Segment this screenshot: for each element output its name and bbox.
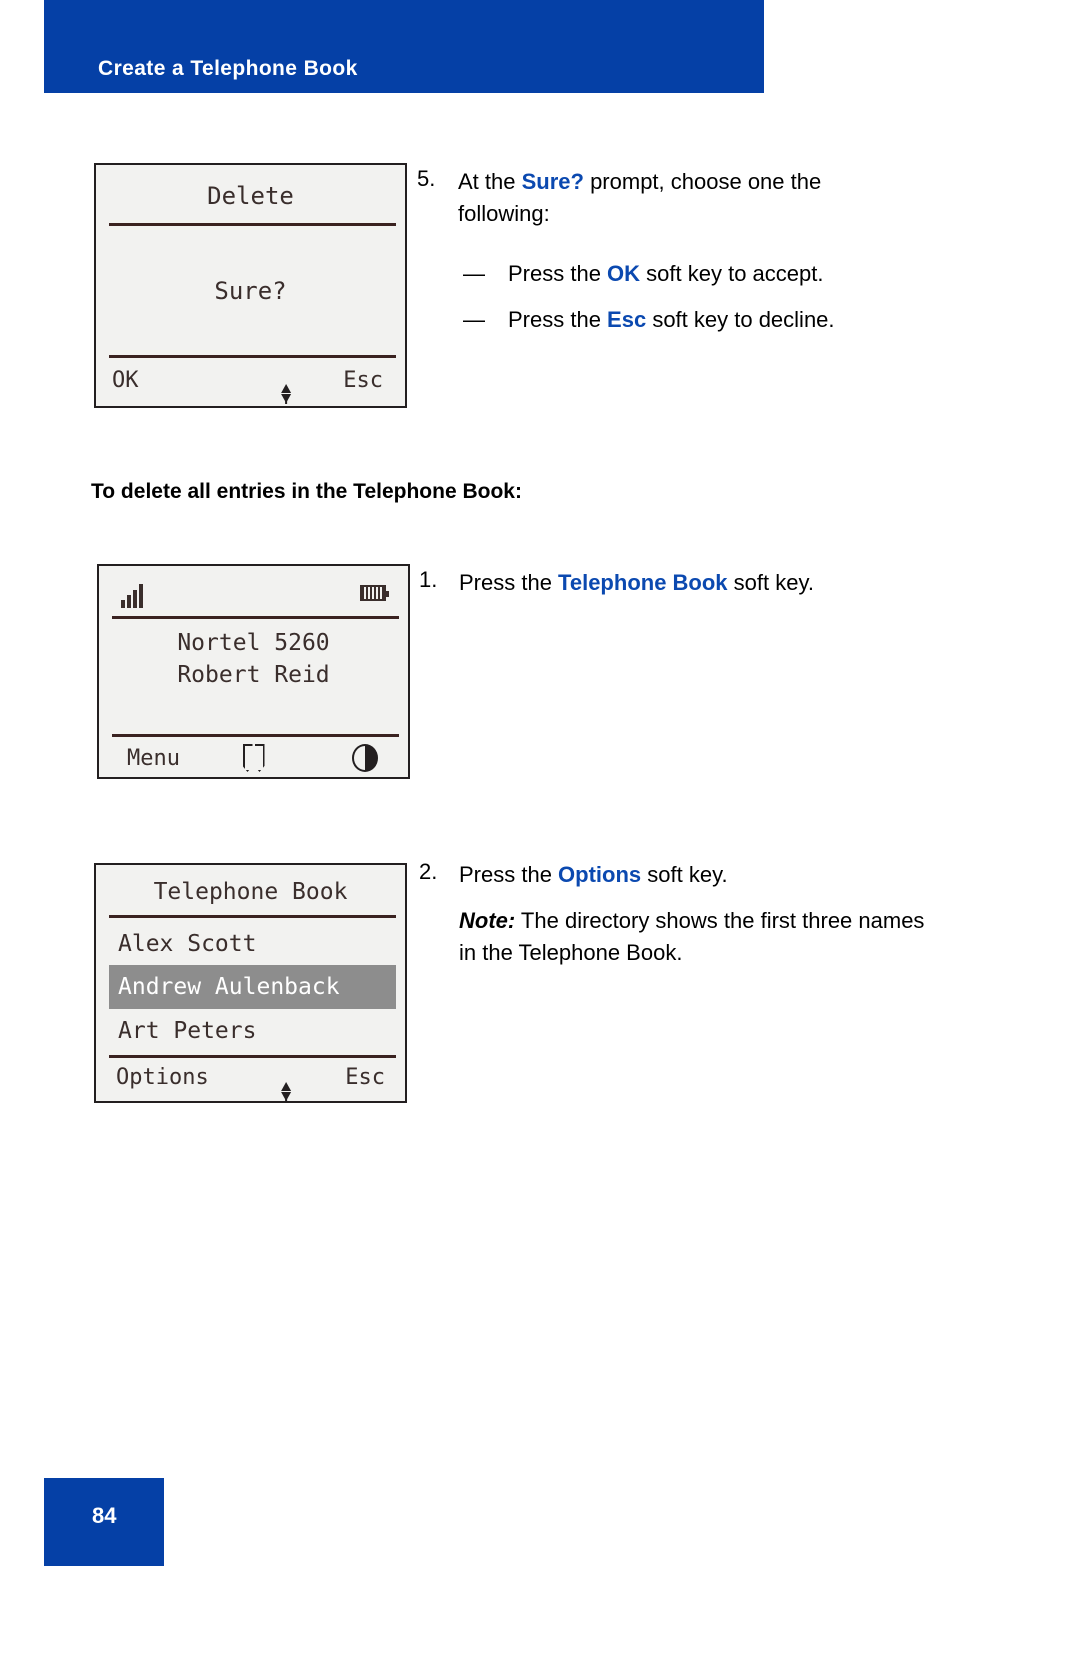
page-title: Create a Telephone Book [98,57,358,80]
softkey-menu[interactable]: Menu [127,746,180,771]
directory-book-icon[interactable] [242,744,265,772]
page-number: 84 [92,1503,117,1528]
step-1-before: Press the [459,570,559,595]
up-down-arrow-icon[interactable] [222,1063,292,1120]
signal-bars-icon [121,582,149,608]
step-2-keyword: Options [558,862,642,887]
up-down-arrow-icon[interactable] [222,365,292,422]
step-5-keyword: Sure? [521,169,584,194]
bullet-dash: — [463,261,485,286]
bullet-1-before: Press the [508,261,608,286]
list-item[interactable]: Art Peters [109,1009,396,1053]
divider-bottom [112,734,399,737]
step-5-text-after: prompt, choose one the [583,169,822,194]
bullet-2-text: Press the Esc soft key to decline. [508,304,835,336]
step-2-before: Press the [459,862,559,887]
phone-screen-delete-confirm: Delete Sure? OK Esc [94,163,407,408]
step-2-number: 2. [419,859,438,884]
bullet-2-keyword: Esc [607,307,647,332]
bullet-2-before: Press the [508,307,608,332]
list-item[interactable]: Andrew Aulenback [109,965,396,1009]
step-5-text-line2: following: [458,201,550,226]
step-5-text-before: At the [458,169,522,194]
contrast-icon[interactable] [352,744,378,772]
softkey-ok[interactable]: OK [112,368,139,393]
screen-book-title: Telephone Book [153,879,348,905]
idle-line-2: Robert Reid [177,662,330,688]
step-5-text: At the Sure? prompt, choose one the foll… [458,166,898,230]
softkey-esc[interactable]: Esc [345,1065,385,1090]
divider-bottom [109,355,396,358]
bullet-1-keyword: OK [607,261,641,286]
step-2-text: Press the Options soft key. [459,859,929,891]
idle-line-1: Nortel 5260 [177,630,330,656]
bullet-1-text: Press the OK soft key to accept. [508,258,823,290]
list-item[interactable]: Alex Scott [109,922,396,966]
divider-top [109,223,396,226]
phone-screen-telephone-book: Telephone Book Alex Scott Andrew Aulenba… [94,863,407,1103]
softkey-options[interactable]: Options [116,1065,209,1090]
softkey-esc[interactable]: Esc [343,368,383,393]
screen-delete-title: Delete [207,182,294,210]
step-1-keyword: Telephone Book [558,570,728,595]
phone-screen-idle: Nortel 5260 Robert Reid Menu [97,564,410,779]
bullet-2-after: soft key to decline. [646,307,835,332]
step-1-after: soft key. [727,570,814,595]
note-label: Note: [459,908,516,933]
step-1-number: 1. [419,567,438,592]
divider-bottom [109,1055,396,1058]
step-5-number: 5. [417,166,436,191]
step-2-after: soft key. [641,862,728,887]
bullet-dash: — [463,307,485,332]
divider-top [112,616,399,619]
divider-top [109,915,396,918]
bullet-1-after: soft key to accept. [640,261,824,286]
screen-delete-prompt: Sure? [214,277,287,305]
step-2-note: Note: The directory shows the first thre… [459,905,929,969]
section-heading: To delete all entries in the Telephone B… [91,480,522,503]
step-1-text: Press the Telephone Book soft key. [459,567,929,599]
battery-icon [360,585,389,601]
note-text: The directory shows the first three name… [459,908,925,965]
